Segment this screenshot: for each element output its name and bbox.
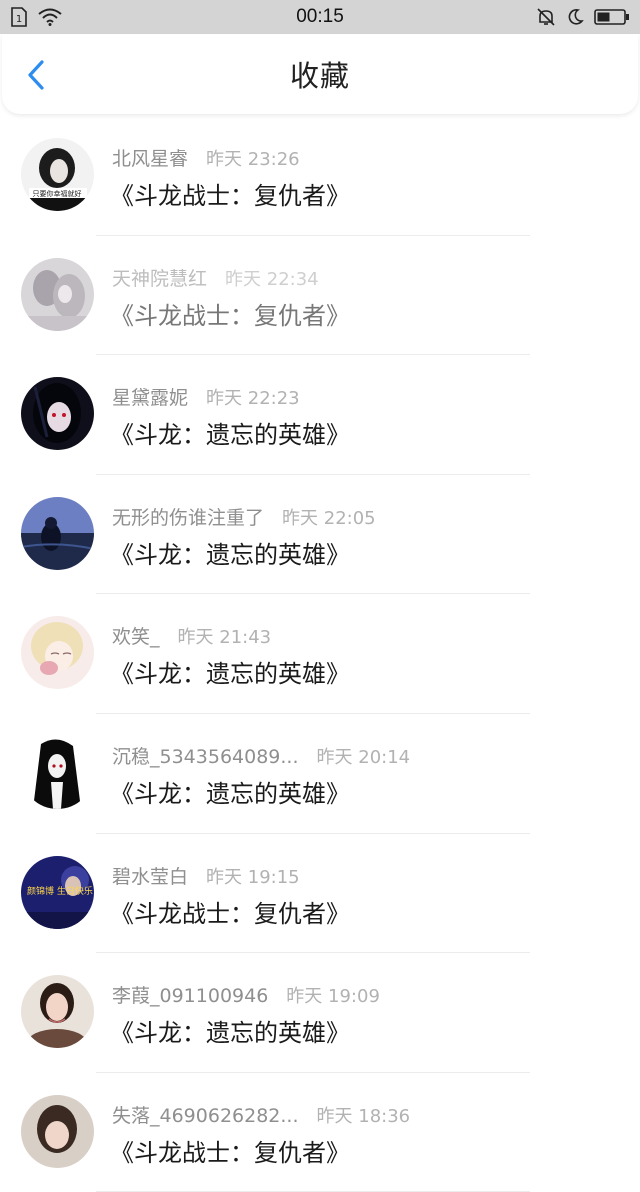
- status-right: [520, 7, 630, 27]
- timestamp: 昨天 22:05: [282, 507, 376, 529]
- timestamp: 昨天 18:36: [316, 1105, 411, 1127]
- avatar[interactable]: [21, 1094, 94, 1168]
- list-item[interactable]: 颜锦博 生日快乐 碧水莹白 昨天 19:15 《斗龙战士：复仇者》: [0, 834, 640, 954]
- list-item[interactable]: 星黛露妮 昨天 22:23 《斗龙：遗忘的英雄》: [0, 355, 640, 475]
- work-title[interactable]: 《斗龙战士：复仇者》: [110, 296, 350, 331]
- avatar[interactable]: [21, 257, 94, 331]
- avatar[interactable]: [21, 616, 94, 690]
- user-name[interactable]: 欢笑_: [112, 622, 160, 649]
- list-item[interactable]: 无形的伤谁注重了 昨天 22:05 《斗龙：遗忘的英雄》: [0, 475, 640, 595]
- nav-bar: 收藏: [2, 34, 638, 114]
- sim-card-icon: 1: [11, 7, 27, 27]
- battery-icon: [594, 9, 629, 25]
- avatar[interactable]: 颜锦博 生日快乐: [21, 855, 94, 929]
- moon-icon: [568, 9, 584, 25]
- user-name[interactable]: 碧水莹白: [112, 862, 188, 889]
- item-meta: 星黛露妮 昨天 22:23: [112, 383, 300, 410]
- avatar[interactable]: 只要你幸福就好: [21, 138, 94, 211]
- avatar[interactable]: [21, 377, 94, 451]
- user-name[interactable]: 沉稳_5343564089...: [112, 742, 299, 769]
- work-title[interactable]: 《斗龙：遗忘的英雄》: [110, 535, 350, 570]
- user-name[interactable]: 无形的伤谁注重了: [112, 503, 264, 530]
- avatar-caption: 只要你幸福就好: [33, 189, 82, 198]
- page-title: 收藏: [289, 59, 350, 93]
- avatar[interactable]: [21, 735, 94, 809]
- avatar[interactable]: [21, 496, 94, 570]
- status-time: 00:15: [296, 6, 344, 27]
- mute-bell-icon: [537, 8, 555, 26]
- list-item[interactable]: 沉稳_5343564089... 昨天 20:14 《斗龙：遗忘的英雄》: [0, 714, 640, 834]
- user-name[interactable]: 天神院慧红: [112, 264, 207, 291]
- item-meta: 失落_4690626282... 昨天 18:36: [112, 1101, 410, 1128]
- work-title[interactable]: 《斗龙：遗忘的英雄》: [110, 774, 350, 809]
- work-title[interactable]: 《斗龙战士：复仇者》: [110, 176, 350, 211]
- avatar[interactable]: [21, 975, 94, 1049]
- work-title[interactable]: 《斗龙：遗忘的英雄》: [110, 654, 350, 689]
- work-title[interactable]: 《斗龙：遗忘的英雄》: [110, 1013, 350, 1048]
- timestamp: 昨天 20:14: [316, 746, 411, 768]
- timestamp: 昨天 22:23: [206, 388, 300, 410]
- back-arrow-icon[interactable]: [20, 58, 54, 92]
- list-item[interactable]: 欢笑_ 昨天 21:43 《斗龙：遗忘的英雄》: [0, 594, 640, 714]
- timestamp: 昨天 19:15: [206, 866, 300, 888]
- timestamp: 昨天 21:43: [177, 627, 272, 649]
- list-item[interactable]: 失落_4690626282... 昨天 18:36 《斗龙战士：复仇者》: [0, 1073, 640, 1192]
- item-meta: 欢笑_ 昨天 21:43: [112, 622, 271, 649]
- user-name[interactable]: 失落_4690626282...: [112, 1101, 299, 1128]
- timestamp: 昨天 19:09: [286, 986, 380, 1008]
- status-left: 1: [10, 7, 120, 27]
- timestamp: 昨天 22:34: [225, 268, 319, 290]
- wifi-icon: [38, 8, 62, 26]
- item-meta: 天神院慧红 昨天 22:34: [112, 264, 319, 291]
- user-name[interactable]: 北风星睿: [112, 144, 188, 171]
- item-meta: 李葭_091100946 昨天 19:09: [112, 981, 380, 1008]
- list-item[interactable]: 天神院慧红 昨天 22:34 《斗龙战士：复仇者》: [0, 236, 640, 356]
- work-title[interactable]: 《斗龙战士：复仇者》: [110, 1133, 350, 1168]
- item-meta: 碧水莹白 昨天 19:15: [112, 862, 300, 889]
- status-bar: 1 00:15: [0, 0, 640, 34]
- user-name[interactable]: 星黛露妮: [112, 383, 188, 410]
- item-meta: 北风星睿 昨天 23:26: [112, 144, 300, 171]
- svg-text:1: 1: [16, 14, 22, 25]
- work-title[interactable]: 《斗龙战士：复仇者》: [110, 894, 350, 929]
- list-item[interactable]: 李葭_091100946 昨天 19:09 《斗龙：遗忘的英雄》: [0, 953, 640, 1073]
- timestamp: 昨天 23:26: [206, 149, 300, 170]
- item-meta: 无形的伤谁注重了 昨天 22:05: [112, 503, 376, 530]
- work-title[interactable]: 《斗龙：遗忘的英雄》: [110, 415, 350, 450]
- favorites-list: 只要你幸福就好 北风星睿 昨天 23:26 《斗龙战士：复仇者》 天神院慧红 昨…: [0, 116, 640, 1192]
- list-item[interactable]: 只要你幸福就好 北风星睿 昨天 23:26 《斗龙战士：复仇者》: [0, 116, 640, 236]
- avatar-caption: 颜锦博 生日快乐: [27, 885, 93, 897]
- user-name[interactable]: 李葭_091100946: [112, 981, 268, 1008]
- item-meta: 沉稳_5343564089... 昨天 20:14: [112, 742, 410, 769]
